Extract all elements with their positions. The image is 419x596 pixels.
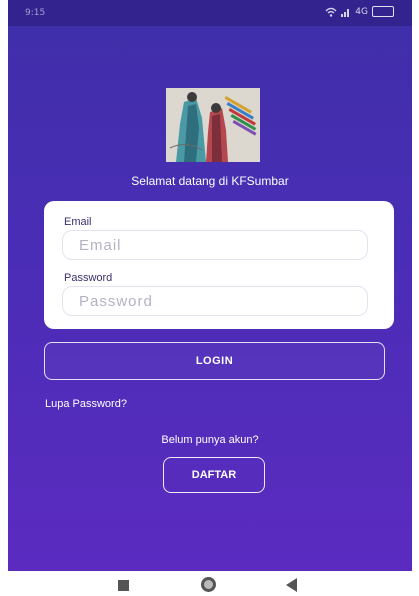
app-screen: 9:15 4G Selamat datang di KFSumbar Email… — [8, 0, 412, 571]
home-icon[interactable] — [201, 577, 216, 592]
no-account-text: Belum punya akun? — [161, 434, 259, 446]
login-card: Email Password — [44, 201, 394, 329]
password-label: Password — [64, 272, 113, 284]
password-field[interactable] — [62, 286, 368, 316]
system-nav-bar — [0, 571, 419, 596]
status-bar: 9:15 4G — [8, 0, 412, 26]
welcome-text: Selamat datang di KFSumbar — [131, 174, 289, 188]
back-icon[interactable] — [286, 578, 297, 592]
status-time: 9:15 — [25, 8, 46, 18]
forgot-password-link[interactable]: Lupa Password? — [45, 398, 127, 410]
recent-apps-icon[interactable] — [118, 580, 129, 591]
app-logo — [166, 88, 260, 162]
network-type: 4G — [355, 6, 368, 17]
register-button[interactable]: DAFTAR — [163, 457, 265, 493]
email-label: Email — [64, 216, 92, 228]
signal-icon — [341, 8, 350, 17]
logo-illustration — [166, 88, 260, 162]
battery-icon — [372, 6, 394, 17]
login-button[interactable]: LOGIN — [44, 342, 385, 380]
screen: 9:15 4G Selamat datang di KFSumbar Email… — [0, 0, 419, 596]
wifi-icon — [325, 7, 337, 17]
status-icons: 4G — [325, 6, 394, 17]
email-field[interactable] — [62, 230, 368, 260]
